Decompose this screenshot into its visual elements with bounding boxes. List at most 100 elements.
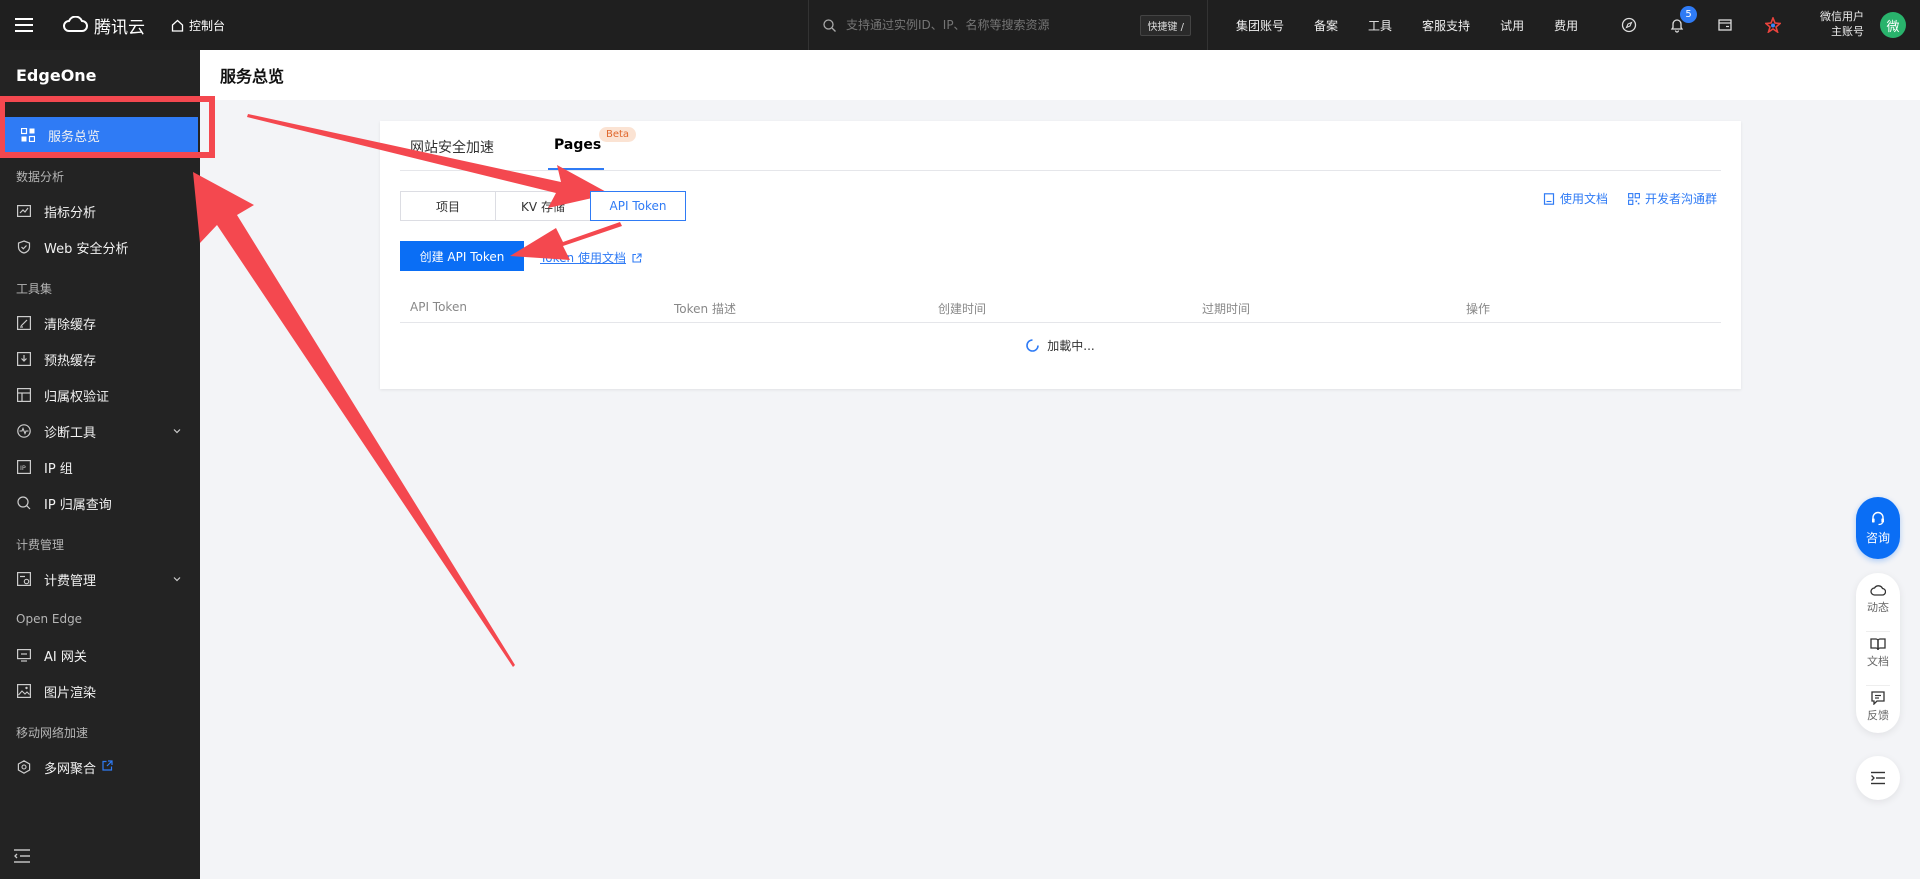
- cart-icon[interactable]: [1716, 16, 1734, 34]
- sidebar-item-ip-lookup[interactable]: IP 归属查询: [0, 485, 200, 521]
- search-bar[interactable]: 快捷键 /: [808, 0, 1208, 50]
- sidebar-item-web-security[interactable]: Web 安全分析: [0, 229, 200, 265]
- console-label: 控制台: [189, 18, 226, 33]
- column-actions: 操作: [1466, 302, 1491, 316]
- top-nav-links: 集团账号 备案 工具 客服支持 试用 费用: [1236, 0, 1608, 50]
- brand-logo[interactable]: 腾讯云: [62, 13, 145, 38]
- collapse-sidebar-icon[interactable]: [14, 848, 30, 867]
- subtab-project[interactable]: 项目: [400, 191, 496, 221]
- grid-icon: [20, 128, 35, 143]
- brand-name: 腾讯云: [94, 17, 145, 38]
- nav-icp[interactable]: 备案: [1314, 17, 1338, 34]
- hexagon-icon: [16, 760, 31, 775]
- divider: [1866, 685, 1890, 686]
- avatar[interactable]: 微: [1880, 12, 1906, 38]
- group-label-mobile: 移动网络加速: [16, 726, 89, 740]
- search-input[interactable]: [846, 18, 1146, 32]
- svg-text:IP: IP: [20, 464, 26, 472]
- sidebar-item-multinet[interactable]: 多网聚合: [0, 749, 200, 785]
- subtab-kv[interactable]: KV 存储: [495, 191, 591, 221]
- docs-link[interactable]: 使用文档: [1543, 190, 1608, 207]
- sidebar-item-label: 计费管理: [44, 573, 97, 589]
- menu-icon[interactable]: [0, 0, 48, 50]
- sidebar-item-label: 诊断工具: [44, 425, 97, 441]
- sidebar-item-diagnose[interactable]: 诊断工具: [0, 413, 200, 449]
- cloud-icon: [1870, 585, 1886, 596]
- sidebar-item-label: 图片渲染: [44, 685, 97, 701]
- sidebar-item-label: AI 网关: [44, 649, 87, 665]
- external-link-icon: [632, 252, 642, 263]
- sidebar-item-overview[interactable]: 服务总览: [4, 117, 198, 153]
- feedback-icon: [1871, 691, 1885, 705]
- tab-active-indicator: [548, 168, 604, 170]
- nav-trial[interactable]: 试用: [1500, 17, 1524, 34]
- column-expires-at: 过期时间: [1202, 302, 1251, 316]
- ip-icon: IP: [16, 460, 31, 475]
- sidebar-item-purge[interactable]: 清除缓存: [0, 305, 200, 341]
- verify-icon: [16, 388, 31, 403]
- spinner-icon: [1026, 339, 1040, 352]
- docs-label: 文档: [1867, 655, 1889, 668]
- page-title: 服务总览: [200, 50, 1920, 100]
- sidebar-item-ai-gateway[interactable]: AI 网关: [0, 637, 200, 673]
- sidebar-item-metrics[interactable]: 指标分析: [0, 193, 200, 229]
- loading-indicator: 加載中...: [380, 337, 1741, 354]
- community-link[interactable]: 开发者沟通群: [1628, 190, 1717, 207]
- token-doc-link[interactable]: Token 使用文档: [540, 249, 642, 266]
- open-book-icon: [1870, 638, 1886, 651]
- group-label-tools: 工具集: [16, 282, 53, 296]
- search-icon: [16, 496, 31, 511]
- column-token-desc: Token 描述: [674, 302, 736, 316]
- colorful-star-icon[interactable]: [1764, 16, 1782, 34]
- chevron-down-icon[interactable]: [172, 573, 182, 588]
- create-api-token-button[interactable]: 创建 API Token: [400, 241, 524, 271]
- billing-icon: [16, 572, 31, 587]
- outline-toggle-button[interactable]: [1856, 756, 1900, 800]
- product-tabs: 网站安全加速 Pages Beta: [400, 121, 1721, 171]
- nav-support[interactable]: 客服支持: [1422, 17, 1470, 34]
- user-info[interactable]: 微信用户 主账号: [1820, 9, 1864, 39]
- shield-icon: [16, 240, 31, 255]
- dynamic-button[interactable]: 动态: [1856, 583, 1900, 615]
- user-role: 主账号: [1831, 25, 1864, 38]
- sidebar-item-ip-group[interactable]: IP IP 组: [0, 449, 200, 485]
- loading-text: 加載中...: [1047, 339, 1095, 353]
- gateway-icon: [16, 648, 31, 663]
- sidebar-item-prefetch[interactable]: 预热缓存: [0, 341, 200, 377]
- book-icon: [1543, 192, 1555, 205]
- sidebar-item-image[interactable]: 图片渲染: [0, 673, 200, 709]
- community-link-label: 开发者沟通群: [1644, 192, 1717, 206]
- float-toolbar: 动态 文档 反馈: [1856, 573, 1900, 733]
- console-link[interactable]: 控制台: [171, 17, 225, 34]
- sidebar-item-label: 服务总览: [48, 129, 101, 145]
- top-bar: 腾讯云 控制台 快捷键 / 集团账号 备案 工具 客服支持 试用 费用 5 微信…: [0, 0, 1920, 50]
- nav-tools[interactable]: 工具: [1368, 17, 1392, 34]
- tab-pages[interactable]: Pages: [554, 137, 601, 153]
- table-header: API Token Token 描述 创建时间 过期时间 操作: [400, 291, 1721, 323]
- home-icon: [171, 19, 184, 32]
- nav-billing[interactable]: 费用: [1554, 17, 1578, 34]
- compass-icon[interactable]: [1620, 16, 1638, 34]
- sidebar-item-billing[interactable]: 计费管理: [0, 561, 200, 597]
- sidebar-item-ownership[interactable]: 归属权验证: [0, 377, 200, 413]
- user-name: 微信用户: [1820, 10, 1864, 23]
- subtab-api-token[interactable]: API Token: [590, 191, 686, 221]
- column-created-at: 创建时间: [938, 302, 987, 316]
- consult-button[interactable]: 咨询: [1856, 497, 1900, 559]
- docs-button[interactable]: 文档: [1856, 637, 1900, 669]
- help-links: 使用文档 开发者沟通群: [1543, 190, 1717, 207]
- chevron-down-icon[interactable]: [172, 425, 182, 440]
- image-icon: [16, 684, 31, 699]
- search-icon: [823, 18, 836, 32]
- feedback-button[interactable]: 反馈: [1856, 691, 1900, 723]
- bell-icon[interactable]: 5: [1668, 6, 1697, 34]
- sidebar-item-label: 预热缓存: [44, 353, 97, 369]
- cloud-logo-icon: [63, 16, 88, 32]
- beta-badge: Beta: [599, 127, 637, 142]
- consult-label: 咨询: [1865, 531, 1890, 545]
- list-indent-icon: [1871, 771, 1885, 785]
- tab-site-acceleration[interactable]: 网站安全加速: [410, 137, 494, 157]
- product-title: EdgeOne: [16, 66, 97, 85]
- group-label-billing: 计费管理: [16, 538, 65, 552]
- nav-group-account[interactable]: 集团账号: [1236, 17, 1284, 34]
